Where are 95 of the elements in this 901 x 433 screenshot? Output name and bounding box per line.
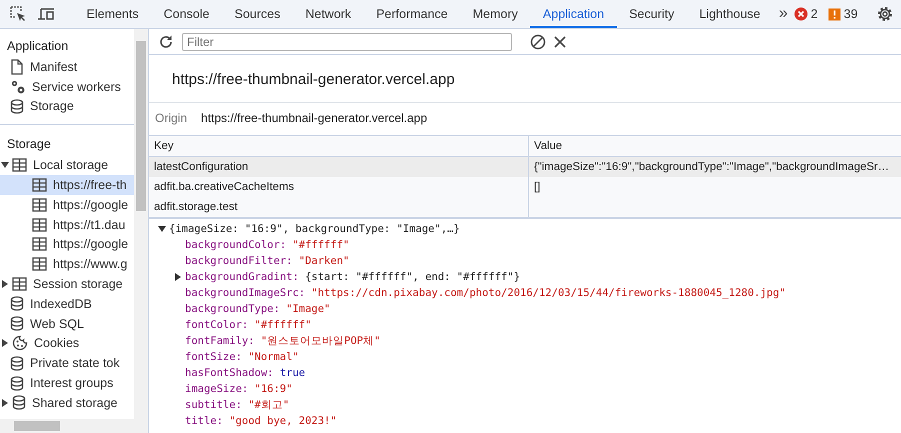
expanded-arrow-icon[interactable] (158, 225, 166, 233)
sidebar-item[interactable]: Local storage (0, 155, 134, 176)
property-value: "Darken" (298, 255, 350, 267)
grid-icon (12, 158, 27, 172)
property-key: imageSize: (185, 383, 248, 395)
table-row[interactable]: latestConfiguration {"imageSize":"16:9","backgroundType":"Image","backgroundImageSr… (149, 157, 901, 177)
sidebar-item[interactable]: https://google (0, 234, 134, 254)
document-icon (10, 58, 24, 75)
collapsed-arrow-icon[interactable] (1, 280, 9, 288)
database-icon (12, 395, 26, 410)
property-value: {start: "#ffffff", end: "#ffffff"} (305, 271, 520, 283)
sidebar-item[interactable]: Session storage (0, 274, 134, 294)
property-key: backgroundGradint: (185, 271, 299, 283)
sidebar-item[interactable]: Web SQL (0, 314, 134, 334)
origin-title: https://free-thumbnail-generator.vercel.app (149, 55, 901, 103)
warning-icon (828, 8, 841, 20)
panel-tab[interactable]: Network (292, 0, 364, 28)
property-key: backgroundFilter: (185, 255, 292, 267)
settings-icon[interactable] (876, 5, 894, 23)
property-key: title: (185, 415, 223, 427)
sidebar-item[interactable]: https://google (0, 194, 134, 215)
cookie-icon (12, 335, 28, 352)
database-icon (10, 376, 24, 391)
origin-value: https://free-thumbnail-generator.vercel.app (201, 111, 428, 125)
sidebar-item[interactable]: Private state tok (0, 353, 134, 374)
property-key: subtitle: (185, 399, 242, 411)
property-value: "#ffffff" (292, 239, 350, 251)
grid-icon (32, 257, 47, 272)
horizontal-scrollbar[interactable] (0, 419, 148, 433)
clear-icon[interactable] (530, 34, 546, 50)
database-icon (10, 98, 24, 114)
sidebar-item[interactable]: Cookies (0, 334, 134, 354)
panel-tab[interactable]: Sources (222, 0, 293, 28)
property-value: "#ffffff" (254, 319, 312, 331)
grid-icon (32, 178, 47, 192)
panel-tab[interactable]: Console (151, 0, 222, 28)
collapsed-arrow-icon[interactable] (174, 273, 182, 281)
warning-count[interactable]: 39 (844, 7, 858, 21)
sidebar-item[interactable]: Interest groups (0, 373, 134, 393)
panel-tab[interactable]: Lighthouse (686, 0, 773, 28)
table-row[interactable]: adfit.ba.creativeCacheItems [] (149, 177, 901, 197)
section-heading: Storage (6, 136, 52, 154)
panel-tab[interactable]: Application (530, 0, 617, 28)
collapsed-arrow-icon[interactable] (1, 339, 9, 348)
section-heading: Application (6, 38, 70, 55)
expanded-arrow-icon[interactable] (1, 161, 9, 170)
panel-tab[interactable]: Elements (74, 0, 152, 28)
database-icon (10, 296, 24, 312)
sidebar-item[interactable]: https://free-th (0, 175, 134, 195)
vertical-scrollbar[interactable] (134, 29, 148, 419)
property-value: "Normal" (248, 351, 299, 363)
sidebar-item[interactable]: Shared storage (0, 392, 134, 413)
property-value: "good bye, 2023!" (229, 415, 337, 427)
property-value: "원스토어모바일POP체" (260, 334, 380, 348)
table-row[interactable]: adfit.storage.test (149, 197, 901, 217)
sidebar-item[interactable]: Manifest (0, 57, 134, 77)
property-value: "16:9" (254, 383, 292, 395)
column-header[interactable]: Key (149, 136, 529, 156)
database-icon (10, 356, 24, 371)
property-key: hasFontShadow: (185, 367, 274, 379)
sidebar-item[interactable]: Storage (0, 96, 134, 116)
panel-tab[interactable]: Performance (364, 0, 460, 28)
more-tabs-button[interactable]: » (772, 0, 794, 28)
panel-tab[interactable]: Memory (460, 0, 530, 28)
origin-label: Origin (155, 111, 188, 125)
grid-icon (12, 277, 27, 292)
filter-field[interactable]: Filter (182, 32, 512, 50)
property-key: backgroundType: (185, 303, 280, 315)
sidebar-item[interactable]: Service workers (0, 76, 134, 97)
property-key: fontSize: (185, 351, 242, 363)
close-icon[interactable] (554, 36, 566, 48)
property-key: backgroundColor: (185, 239, 286, 251)
grid-icon (32, 198, 47, 212)
sidebar-item[interactable]: IndexedDB (0, 294, 134, 314)
panel-tab[interactable]: Security (616, 0, 687, 28)
property-key: backgroundImageSrc: (185, 287, 306, 299)
inspect-icon[interactable] (10, 6, 26, 22)
property-value: "#회고" (248, 398, 290, 412)
property-value: "https://cdn.pixabay.com/photo/2016/12/03/15/44/fireworks-1880045_1280.jpg" (311, 287, 786, 299)
collapsed-arrow-icon[interactable] (1, 398, 9, 407)
error-count[interactable]: 2 (810, 7, 818, 21)
property-value: "Image" (286, 303, 330, 315)
property-value: true (280, 367, 306, 379)
sidebar-item[interactable]: https://t1.dau (0, 214, 134, 235)
database-icon (10, 316, 24, 332)
device-icon[interactable] (37, 7, 55, 21)
grid-icon (32, 237, 47, 252)
column-header[interactable]: Value (529, 136, 901, 156)
property-key: fontColor: (185, 319, 248, 331)
grid-icon (32, 218, 47, 232)
object-summary: {imageSize: "16:9", backgroundType: "Image",…} (169, 223, 460, 235)
error-icon (794, 7, 808, 21)
sidebar-item[interactable]: https://www.g (0, 254, 134, 274)
property-key: fontFamily: (185, 335, 255, 347)
refresh-icon[interactable] (158, 34, 174, 50)
